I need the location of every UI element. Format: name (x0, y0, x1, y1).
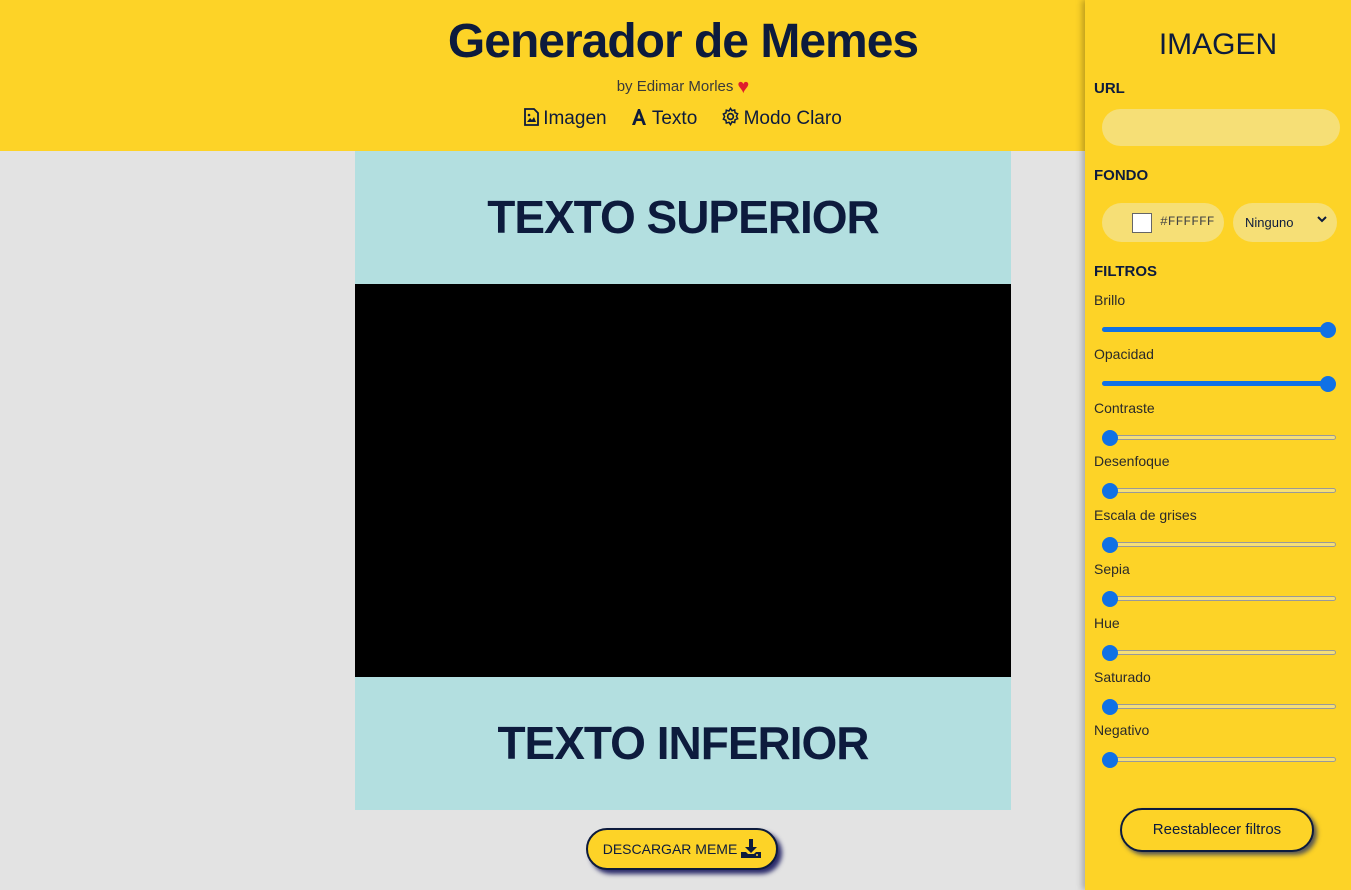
slider-track (1102, 542, 1336, 547)
nav-imagen[interactable]: Imagen (524, 108, 607, 132)
slider-track (1102, 596, 1336, 601)
background-color-picker[interactable]: #FFFFFF (1102, 203, 1224, 242)
filter-label: Brillo (1094, 292, 1126, 308)
slider-fill (1102, 381, 1328, 386)
nav-texto-label: Texto (651, 108, 698, 129)
download-label: DESCARGAR MEME (602, 841, 738, 857)
filter-label: Saturado (1094, 669, 1151, 685)
filter-slider[interactable] (1102, 428, 1336, 448)
slider-thumb[interactable] (1102, 537, 1118, 553)
meme-image (355, 284, 1011, 677)
blend-mode-select[interactable]: Ninguno (1233, 203, 1337, 242)
color-swatch[interactable] (1132, 213, 1152, 233)
heart-icon: ♥ (737, 76, 750, 98)
filter-slider[interactable] (1102, 535, 1336, 555)
filter-slider[interactable] (1102, 750, 1336, 770)
slider-track (1102, 704, 1336, 709)
filter-label: Hue (1094, 615, 1120, 631)
slider-thumb[interactable] (1102, 645, 1118, 661)
color-hex-value: #FFFFFF (1160, 214, 1215, 229)
nav-imagen-label: Imagen (543, 108, 607, 129)
slider-thumb[interactable] (1320, 322, 1336, 338)
reset-filters-button[interactable]: Reestablecer filtros (1120, 808, 1314, 852)
slider-track (1102, 488, 1336, 493)
filter-label: Opacidad (1094, 346, 1154, 362)
slider-fill (1102, 327, 1328, 332)
slider-thumb[interactable] (1102, 699, 1118, 715)
nav-modo-claro-label: Modo Claro (743, 108, 842, 129)
filter-slider[interactable] (1102, 374, 1336, 394)
nav-modo-claro[interactable]: Modo Claro (721, 106, 842, 132)
download-meme-button[interactable]: DESCARGAR MEME (586, 828, 778, 870)
filter-label: Sepia (1094, 561, 1130, 577)
text-icon (630, 108, 648, 132)
slider-track (1102, 650, 1336, 655)
url-input[interactable] (1102, 109, 1340, 146)
filter-label: Contraste (1094, 400, 1155, 416)
filter-label: Desenfoque (1094, 453, 1170, 469)
meme-top-text: TEXTO SUPERIOR (355, 151, 1011, 284)
url-label: URL (1094, 80, 1125, 97)
slider-thumb[interactable] (1102, 591, 1118, 607)
slider-track (1102, 435, 1336, 440)
filter-slider[interactable] (1102, 320, 1336, 340)
filter-slider[interactable] (1102, 481, 1336, 501)
filters-label: FILTROS (1094, 263, 1158, 280)
meme-bottom-text: TEXTO INFERIOR (355, 677, 1011, 810)
slider-thumb[interactable] (1102, 430, 1118, 446)
filter-slider[interactable] (1102, 697, 1336, 717)
slider-thumb[interactable] (1320, 376, 1336, 392)
slider-thumb[interactable] (1102, 752, 1118, 768)
nav-texto[interactable]: Texto (630, 108, 697, 132)
byline-text: by Edimar Morles (616, 78, 734, 95)
slider-track (1102, 757, 1336, 762)
blend-mode-value: Ninguno (1245, 215, 1294, 230)
filter-slider[interactable] (1102, 643, 1336, 663)
chevron-down-icon (1317, 213, 1327, 227)
filter-label: Negativo (1094, 722, 1150, 738)
download-icon (741, 834, 762, 872)
image-panel: IMAGEN URL FONDO #FFFFFF Ninguno FILTROS… (1085, 0, 1351, 890)
slider-thumb[interactable] (1102, 483, 1118, 499)
background-label: FONDO (1094, 167, 1149, 184)
panel-title: IMAGEN (1158, 28, 1278, 61)
image-file-icon (524, 108, 540, 132)
filter-slider[interactable] (1102, 589, 1336, 609)
gear-icon (721, 106, 740, 132)
filter-label: Escala de grises (1094, 507, 1197, 523)
